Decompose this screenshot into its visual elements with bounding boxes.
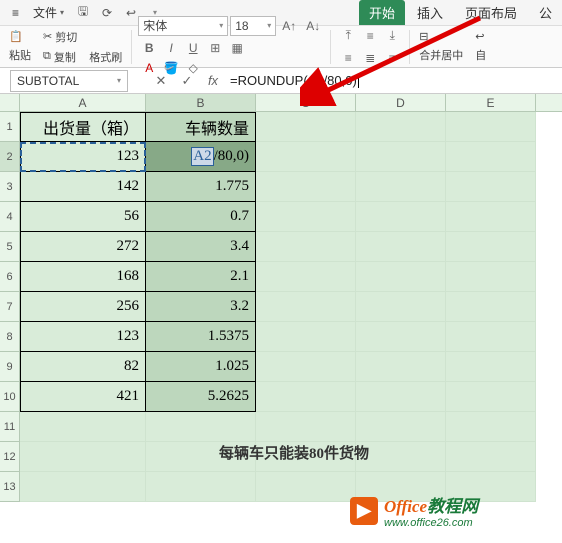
cell[interactable]: 56 (20, 202, 146, 232)
cell[interactable]: 421 (20, 382, 146, 412)
cell[interactable]: 5.2625 (146, 382, 256, 412)
refresh-icon[interactable]: ⟳ (96, 2, 118, 24)
col-header-D[interactable]: D (356, 94, 446, 111)
row-header[interactable]: 1 (0, 112, 20, 142)
row-header[interactable]: 9 (0, 352, 20, 382)
align-right-icon[interactable]: ≡ (381, 48, 403, 68)
decrease-font-icon[interactable]: A↓ (302, 16, 324, 36)
cell[interactable]: 123 (20, 322, 146, 352)
merge-button[interactable]: ⊟ (416, 29, 466, 44)
cell[interactable]: 1.025 (146, 352, 256, 382)
format-painter-button[interactable]: 格式刷 (86, 48, 125, 66)
underline-button[interactable]: U (182, 38, 204, 58)
row-header[interactable]: 13 (0, 472, 20, 502)
paste-button[interactable]: 📋 (6, 29, 34, 44)
wrap-label: 自 (472, 46, 489, 64)
cell[interactable]: 1.5375 (146, 322, 256, 352)
merge-label: 合并居中 (416, 46, 466, 64)
align-mid-icon[interactable]: ≡ (359, 26, 381, 46)
cell[interactable]: 168 (20, 262, 146, 292)
file-menu[interactable]: 文件▾ (27, 2, 70, 23)
copy-button[interactable]: ⧉ 复制 (40, 48, 80, 66)
row-header[interactable]: 2 (0, 142, 20, 172)
align-center-icon[interactable]: ≣ (359, 48, 381, 68)
cut-button[interactable]: ✂ 剪切 (40, 28, 80, 46)
formula-bar: SUBTOTAL▾ ✕ ✓ fx =ROUNDUP(A2/80,0) (0, 68, 562, 94)
editing-cell[interactable]: A2/80,0) (146, 142, 256, 172)
row-header[interactable]: 10 (0, 382, 20, 412)
row-header[interactable]: 3 (0, 172, 20, 202)
row-header[interactable]: 8 (0, 322, 20, 352)
row-header[interactable]: 7 (0, 292, 20, 322)
name-box[interactable]: SUBTOTAL▾ (10, 70, 128, 92)
save-icon[interactable]: 🖫 (72, 2, 94, 24)
paste-label: 粘贴 (6, 46, 34, 64)
formula-input[interactable]: =ROUNDUP(A2/80,0) (226, 71, 562, 90)
col-header-C[interactable]: C (256, 94, 356, 111)
wrap-button[interactable]: ↩ (472, 29, 489, 44)
app-menu[interactable]: ≡ (6, 4, 25, 22)
select-all-corner[interactable] (0, 94, 20, 111)
cell[interactable]: 3.2 (146, 292, 256, 322)
italic-button[interactable]: I (160, 38, 182, 58)
row-header[interactable]: 11 (0, 412, 20, 442)
align-left-icon[interactable]: ≡ (337, 48, 359, 68)
cell[interactable]: 车辆数量 (146, 112, 256, 142)
cell[interactable] (256, 142, 356, 172)
col-header-E[interactable]: E (446, 94, 536, 111)
cell[interactable] (446, 112, 536, 142)
cell[interactable] (356, 142, 446, 172)
cell[interactable]: 272 (20, 232, 146, 262)
row-header[interactable]: 5 (0, 232, 20, 262)
cell-style-button[interactable]: ▦ (226, 38, 248, 58)
cell[interactable]: 2.1 (146, 262, 256, 292)
align-bot-icon[interactable]: ⤓ (381, 26, 403, 46)
note-text: 每辆车只能装80件货物 (164, 442, 424, 463)
cell[interactable]: 142 (20, 172, 146, 202)
cell-A2[interactable]: 123 (20, 142, 146, 172)
cell[interactable]: 82 (20, 352, 146, 382)
tab-start[interactable]: 开始 (359, 0, 405, 25)
tab-more[interactable]: 公 (529, 0, 562, 25)
tab-layout[interactable]: 页面布局 (455, 0, 527, 25)
column-headers: A B C D E (0, 94, 562, 112)
cell[interactable] (446, 142, 536, 172)
tab-insert[interactable]: 插入 (407, 0, 453, 25)
cell[interactable]: 1.775 (146, 172, 256, 202)
fx-icon[interactable]: fx (200, 73, 226, 88)
border-button[interactable]: ⊞ (204, 38, 226, 58)
font-size-select[interactable]: 18▾ (230, 16, 276, 36)
bold-button[interactable]: B (138, 38, 160, 58)
row-header[interactable]: 6 (0, 262, 20, 292)
row-header[interactable]: 4 (0, 202, 20, 232)
cell[interactable]: 出货量（箱） (20, 112, 146, 142)
font-name-select[interactable]: 宋体▾ (138, 16, 228, 36)
cell[interactable]: 256 (20, 292, 146, 322)
cell[interactable] (256, 112, 356, 142)
col-header-B[interactable]: B (146, 94, 256, 111)
spreadsheet: A B C D E 1 出货量（箱） 车辆数量 2 123 A2/80,0) 3… (0, 94, 562, 502)
ribbon: 📋 粘贴 ✂ 剪切 ⧉ 复制 格式刷 宋体▾ 18▾ A↑ A↓ B I U ⊞… (0, 26, 562, 68)
cell[interactable]: 3.4 (146, 232, 256, 262)
col-header-A[interactable]: A (20, 94, 146, 111)
row-header[interactable]: 12 (0, 442, 20, 472)
cancel-formula-icon[interactable]: ✕ (148, 73, 174, 89)
increase-font-icon[interactable]: A↑ (278, 16, 300, 36)
align-top-icon[interactable]: ⤒ (337, 26, 359, 46)
accept-formula-icon[interactable]: ✓ (174, 73, 200, 89)
watermark-icon: ▶ (350, 497, 378, 525)
cell[interactable] (356, 112, 446, 142)
watermark: ▶ Office教程网 www.office26.com (350, 492, 478, 529)
cell[interactable]: 0.7 (146, 202, 256, 232)
